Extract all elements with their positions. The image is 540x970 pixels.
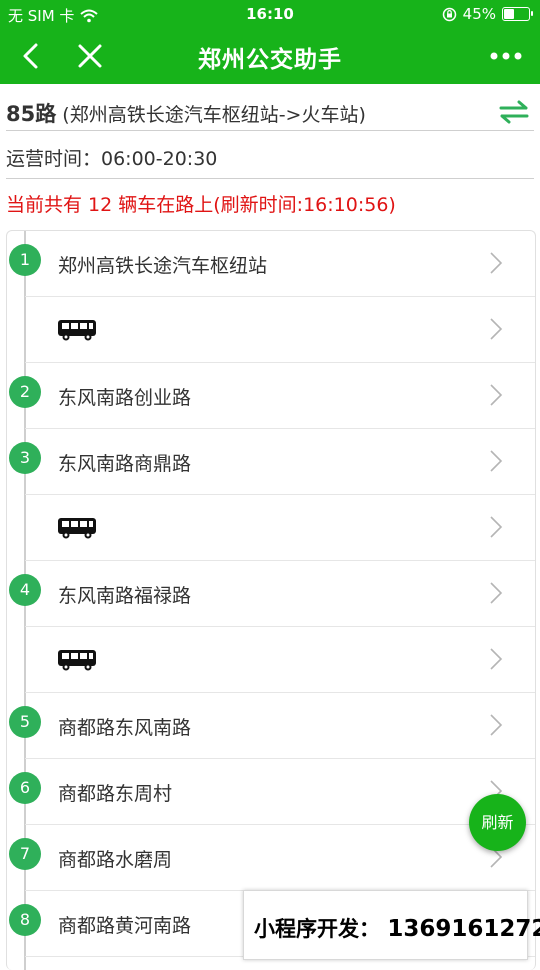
battery-icon [502, 7, 533, 21]
stop-name: 商都路黄河南路 [58, 915, 192, 937]
stop-row[interactable]: 4 东风南路福禄路 [7, 561, 535, 627]
stop-row[interactable]: 1 郑州高铁长途汽车枢纽站 [7, 231, 535, 297]
refresh-button[interactable]: 刷新 [469, 794, 526, 851]
bus-position-row[interactable] [7, 495, 535, 561]
route-direction: (郑州高铁长途汽车枢纽站->火车站) [62, 104, 366, 126]
chevron-right-icon [490, 384, 503, 406]
stop-number-badge: 6 [9, 772, 41, 804]
battery-percent: 45% [462, 5, 496, 23]
bus-position-row[interactable] [7, 627, 535, 693]
stop-name: 东风南路创业路 [58, 387, 192, 409]
stop-row[interactable]: 2 东风南路创业路 [7, 363, 535, 429]
stop-number-badge: 7 [9, 838, 41, 870]
stop-number-badge: 4 [9, 574, 41, 606]
chevron-right-icon [490, 582, 503, 604]
bus-icon [58, 650, 96, 671]
operating-hours: 运营时间：06:00-20:30 [6, 148, 218, 170]
route-header: 85路 (郑州高铁长途汽车枢纽站->火车站) [0, 84, 540, 132]
chevron-right-icon [490, 648, 503, 670]
bus-count-notice: 当前共有 12 辆车在路上(刷新时间:16:10:56) [6, 194, 396, 216]
chevron-right-icon [490, 516, 503, 538]
bus-icon [58, 320, 96, 341]
status-bar-right: 45% [442, 5, 533, 23]
stop-name: 东风南路福禄路 [58, 585, 192, 607]
stop-name: 商都路东周村 [58, 783, 173, 805]
chevron-right-icon [490, 714, 503, 736]
stop-number-badge: 8 [9, 904, 41, 936]
stop-number-badge: 2 [9, 376, 41, 408]
stop-name: 商都路东风南路 [58, 717, 192, 739]
stop-row[interactable]: 7 商都路水磨周 [7, 825, 535, 891]
page-title: 郑州公交助手 [198, 47, 342, 73]
divider [6, 178, 534, 179]
stop-number-badge: 5 [9, 706, 41, 738]
divider [6, 130, 534, 131]
stop-number-badge: 1 [9, 244, 41, 276]
developer-banner: 小程序开发： 13691612727 [243, 890, 540, 960]
stop-list: 1 郑州高铁长途汽车枢纽站 2 东风南路创业路 3 东风南路商鼎路 4 东风南路福禄路 5 商都路… [6, 230, 536, 970]
stop-row[interactable]: 3 东风南路商鼎路 [7, 429, 535, 495]
developer-contact: 小程序开发： 13691612727 [254, 913, 540, 943]
nav-bar: 郑州公交助手 [0, 28, 540, 84]
chevron-right-icon [490, 318, 503, 340]
chevron-right-icon [490, 450, 503, 472]
swap-direction-icon[interactable] [498, 100, 530, 124]
stop-name: 商都路水磨周 [58, 849, 173, 871]
stop-row[interactable]: 6 商都路东周村 [7, 759, 535, 825]
stop-number-badge: 3 [9, 442, 41, 474]
rotation-lock-icon [442, 7, 456, 21]
stop-name: 郑州高铁长途汽车枢纽站 [58, 255, 268, 277]
developer-phone: 13691612727 [387, 916, 540, 942]
bus-icon [58, 518, 96, 539]
status-bar: 无 SIM 卡 16:10 45% [0, 0, 540, 28]
bus-position-row[interactable] [7, 297, 535, 363]
route-title: 85路 (郑州高铁长途汽车枢纽站->火车站) [6, 98, 366, 128]
stop-name: 东风南路商鼎路 [58, 453, 192, 475]
chevron-right-icon [490, 252, 503, 274]
stop-row[interactable]: 5 商都路东风南路 [7, 693, 535, 759]
developer-label: 小程序开发： [254, 917, 380, 941]
battery-fill [504, 9, 514, 19]
more-dots-icon[interactable] [486, 38, 526, 74]
route-number: 85路 [6, 102, 57, 126]
